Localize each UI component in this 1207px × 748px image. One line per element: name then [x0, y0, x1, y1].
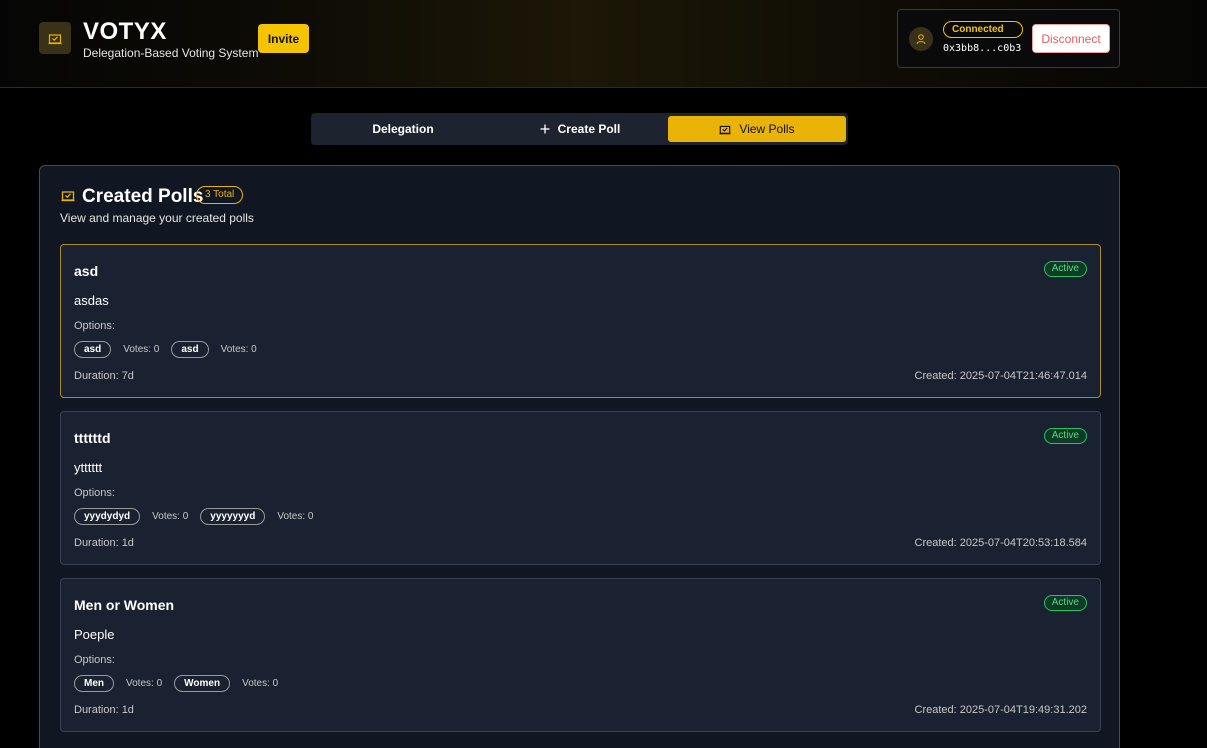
- poll-duration: Duration: 1d: [74, 704, 134, 716]
- option-votes: Votes: 0: [277, 511, 314, 522]
- ballot-box-icon: [61, 188, 75, 207]
- options-label: Options:: [74, 320, 115, 332]
- option-votes: Votes: 0: [123, 344, 160, 355]
- tab-label: View Polls: [739, 122, 795, 136]
- wallet-address: 0x3bb8...c0b3: [943, 43, 1022, 54]
- option-votes: Votes: 0: [126, 678, 163, 689]
- poll-created-date: Created: 2025-07-04T21:46:47.014: [914, 370, 1087, 382]
- ballot-box-icon: [39, 22, 71, 54]
- poll-duration: Duration: 1d: [74, 537, 134, 549]
- invite-button[interactable]: Invite: [258, 24, 309, 53]
- options-label: Options:: [74, 487, 115, 499]
- option-votes: Votes: 0: [152, 511, 189, 522]
- app-header: VOTYX Delegation-Based Voting System Inv…: [0, 0, 1207, 88]
- panel-title: Created Polls: [82, 186, 204, 207]
- option-pill: yyydydyd: [74, 508, 141, 525]
- option-pill: Men: [74, 675, 114, 692]
- poll-description: Poeple: [74, 627, 115, 642]
- tab-view-polls[interactable]: View Polls: [668, 116, 846, 142]
- option-pill: asd: [171, 341, 209, 358]
- total-count-badge: 3 Total: [196, 186, 244, 204]
- poll-description: ytttttt: [74, 460, 103, 475]
- main-tabs: Delegation Create Poll View Polls: [311, 113, 848, 145]
- app-subtitle: Delegation-Based Voting System: [83, 46, 259, 60]
- tab-label: Delegation: [372, 122, 434, 136]
- poll-description: asdas: [74, 293, 109, 308]
- tab-create-poll[interactable]: Create Poll: [491, 116, 669, 142]
- poll-card[interactable]: asd Active asdas Options: asd Votes: 0 a…: [60, 244, 1101, 398]
- option-votes: Votes: 0: [242, 678, 279, 689]
- connection-status-badge: Connected: [943, 21, 1023, 38]
- options-list: asd Votes: 0 asd Votes: 0: [74, 341, 263, 358]
- poll-card[interactable]: Men or Women Active Poeple Options: Men …: [60, 578, 1101, 732]
- created-polls-panel: Created Polls 3 Total View and manage yo…: [39, 165, 1120, 748]
- options-list: yyydydyd Votes: 0 yyyyyyyd Votes: 0: [74, 508, 319, 525]
- status-badge: Active: [1043, 428, 1087, 444]
- option-pill: yyyyyyyd: [200, 508, 266, 525]
- panel-subtitle: View and manage your created polls: [60, 211, 254, 225]
- ballot-box-icon: [719, 125, 731, 135]
- poll-created-date: Created: 2025-07-04T20:53:18.584: [914, 537, 1087, 549]
- options-list: Men Votes: 0 Women Votes: 0: [74, 675, 284, 692]
- poll-title: ttttttd: [74, 430, 111, 446]
- option-votes: Votes: 0: [220, 344, 257, 355]
- poll-card[interactable]: ttttttd Active ytttttt Options: yyydydyd…: [60, 411, 1101, 565]
- disconnect-button[interactable]: Disconnect: [1032, 24, 1110, 53]
- poll-duration: Duration: 7d: [74, 370, 134, 382]
- tab-delegation[interactable]: Delegation: [314, 116, 492, 142]
- status-badge: Active: [1043, 261, 1087, 277]
- option-pill: asd: [74, 341, 112, 358]
- plus-icon: [540, 124, 550, 134]
- option-pill: Women: [174, 675, 231, 692]
- poll-title: Men or Women: [74, 597, 175, 613]
- wallet-panel: Connected 0x3bb8...c0b3 Disconnect: [897, 9, 1120, 68]
- user-icon: [909, 27, 933, 51]
- poll-created-date: Created: 2025-07-04T19:49:31.202: [914, 704, 1087, 716]
- tab-label: Create Poll: [557, 122, 621, 136]
- options-label: Options:: [74, 654, 115, 666]
- status-badge: Active: [1043, 595, 1087, 611]
- app-title: VOTYX: [83, 18, 167, 45]
- poll-title: asd: [74, 263, 99, 279]
